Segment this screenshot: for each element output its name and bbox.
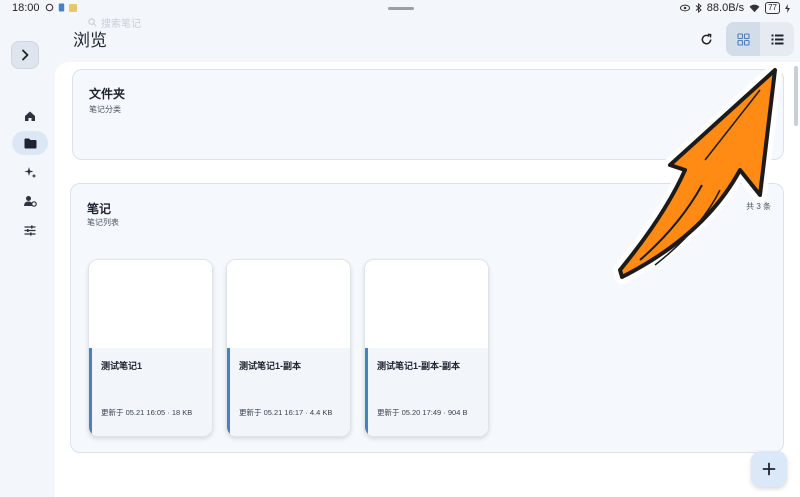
list-view-button[interactable] [760,22,794,56]
note-card[interactable]: 测试笔记1-副本 更新于 05.21 16:17 · 4.4 KB [226,259,351,437]
status-time: 18:00 [12,2,40,14]
app-notify-icon [69,3,77,12]
page-title: 浏览 [73,31,107,50]
note-card-body: 测试笔记1-副本 更新于 05.21 16:17 · 4.4 KB [227,348,350,436]
charging-icon [785,3,790,13]
note-title: 测试笔记1 [101,361,143,371]
bluetooth-icon [695,3,702,13]
rail-item-settings[interactable] [12,218,48,242]
chevron-right-icon [22,49,29,61]
refresh-icon [701,33,711,44]
net-speed: 88.0B/s [706,2,745,14]
notification-icons [45,3,77,12]
person-settings-icon [23,196,37,207]
plus-icon [762,462,776,476]
note-meta: 更新于 05.20 17:49 · 904 B [377,408,468,417]
grid-view-button[interactable] [726,22,760,56]
wifi-icon [749,4,760,12]
view-mode-toggle [726,22,794,56]
note-card[interactable]: 测试笔记1 更新于 05.21 16:05 · 18 KB [88,259,213,437]
sync-icon [45,3,54,12]
rail-item-folders[interactable] [12,131,48,155]
folder-icon [24,138,36,148]
search-placeholder: 搜索笔记 [101,19,141,30]
drag-handle[interactable] [388,7,414,10]
home-icon [25,111,35,121]
battery-level: 77 [765,2,780,14]
list-icon [771,34,783,44]
grid-icon [736,32,750,46]
note-card-body: 测试笔记1-副本-副本 更新于 05.20 17:49 · 904 B [365,348,488,436]
note-meta: 更新于 05.21 16:17 · 4.4 KB [239,408,333,417]
rail-item-home[interactable] [12,104,48,128]
note-thumbnail [365,260,488,348]
add-note-button[interactable] [751,451,787,487]
folders-subtitle: 笔记分类 [89,105,121,114]
note-meta: 更新于 05.21 16:05 · 18 KB [101,408,193,417]
sparkle-icon [24,166,36,178]
rail-item-account[interactable] [12,189,48,213]
sim-icon [58,3,65,12]
note-title: 测试笔记1-副本 [239,361,302,371]
notes-title: 笔记 [87,202,112,216]
folders-title: 文件夹 [89,87,126,101]
refresh-button[interactable] [694,27,718,51]
tune-icon [24,225,36,235]
rail-item-ai[interactable] [12,160,48,184]
note-card-body: 测试笔记1 更新于 05.21 16:05 · 18 KB [89,348,212,436]
annotation-arrow-icon [613,65,782,284]
nav-rail [0,18,60,497]
eye-icon [679,4,690,12]
notes-subtitle: 笔记列表 [87,218,119,227]
note-thumbnail [89,260,212,348]
note-thumbnail [227,260,350,348]
note-card[interactable]: 测试笔记1-副本-副本 更新于 05.20 17:49 · 904 B [364,259,489,437]
expand-rail-button[interactable] [11,41,39,69]
note-title: 测试笔记1-副本-副本 [377,361,460,371]
status-indicators: 88.0B/s 77 [679,2,790,14]
